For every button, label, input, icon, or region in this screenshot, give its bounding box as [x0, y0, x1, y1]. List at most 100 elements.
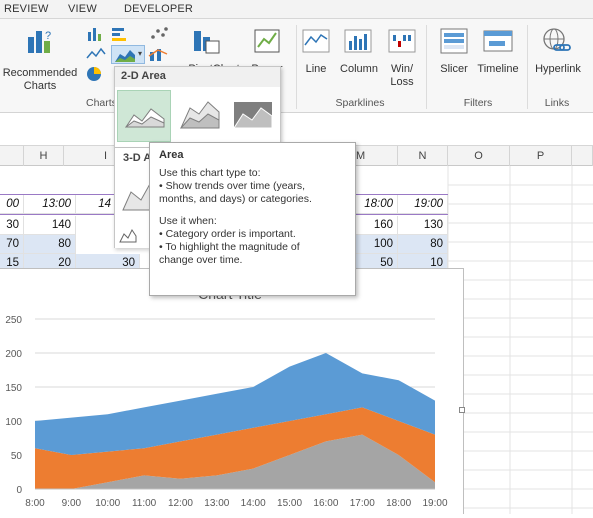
column-header-m[interactable]: M — [356, 146, 398, 166]
filters-group-label: Filters — [463, 97, 493, 109]
ribbon: ? Recommended Charts ▾ PivotChart Charts… — [0, 19, 593, 113]
gallery-item-stacked-area[interactable] — [173, 90, 227, 142]
grid-cell[interactable]: 30 — [0, 216, 24, 235]
area-icon — [125, 108, 165, 128]
charts-group-label: Charts — [86, 97, 117, 109]
tooltip-line: change over time. — [159, 254, 243, 266]
hyperlink-label: Hyperlink — [535, 63, 581, 75]
tab-developer[interactable]: DEVELOPER — [124, 3, 193, 15]
column-header-q[interactable] — [572, 146, 593, 166]
y-tick-label: 100 — [5, 417, 22, 428]
column-header-o[interactable]: O — [448, 146, 510, 166]
tooltip-line: Use this chart type to: — [159, 167, 261, 179]
column-header-n[interactable]: N — [398, 146, 448, 166]
ribbon-tab-bar: REVIEW VIEW DEVELOPER — [0, 0, 593, 19]
x-tick-label: 12:00 — [168, 498, 193, 509]
gallery-item-area[interactable] — [117, 90, 171, 142]
chart-x-axis: 8:00 9:00 10:00 11:00 12:00 13:00 14:00 15:00 16… — [25, 488, 448, 509]
y-tick-label: 0 — [16, 485, 22, 496]
area-chart-icon — [115, 50, 135, 62]
area-gallery-3d-section: 3-D Area — [114, 148, 168, 248]
sparkline-line-label: Line — [305, 63, 327, 75]
grid-cell[interactable]: 70 — [0, 235, 24, 254]
sparkline-column-label: Column — [340, 63, 378, 75]
scatter-chart-icon[interactable] — [148, 26, 170, 42]
x-tick-label: 8:00 — [25, 498, 45, 509]
x-tick-label: 17:00 — [350, 498, 375, 509]
tooltip-line: • Category order is important. — [159, 228, 296, 240]
3d-area-icon[interactable] — [121, 174, 151, 214]
timeline-icon[interactable] — [483, 29, 513, 53]
grid-cell[interactable]: 140 — [24, 216, 76, 235]
x-tick-label: 13:00 — [204, 498, 229, 509]
tooltip-title: Area — [159, 149, 184, 161]
tab-review[interactable]: REVIEW — [4, 3, 49, 15]
grid-cell[interactable]: 80 — [398, 235, 448, 254]
tooltip-line: months, and days) or categories. — [159, 193, 312, 205]
grid-cell[interactable]: 18:00 — [356, 195, 398, 214]
ribbon-separator — [426, 25, 427, 109]
chart-plot: Chart Title 050100150200250 8:009:0010:0… — [5, 286, 448, 509]
chart-y-axis: 0 50 100 150 200 250 — [5, 315, 22, 496]
recommended-label-1: Recommended — [2, 67, 78, 79]
slicer-icon[interactable] — [440, 27, 468, 55]
bar-chart-icon[interactable] — [110, 26, 130, 42]
slicer-label: Slicer — [440, 63, 468, 75]
y-tick-label: 200 — [5, 349, 22, 360]
timeline-label: Timeline — [477, 63, 519, 75]
grid-cell[interactable]: 13:00 — [24, 195, 76, 214]
area-chart-gallery: 2-D Area — [114, 66, 281, 148]
hyperlink-icon[interactable] — [541, 27, 571, 55]
grid-cell[interactable]: 00 — [0, 195, 24, 214]
pivotchart-icon[interactable] — [192, 27, 222, 55]
chart-resize-handle[interactable] — [459, 407, 465, 413]
column-header-p[interactable]: P — [510, 146, 572, 166]
area-chart-button[interactable]: ▾ — [111, 45, 145, 64]
tab-view[interactable]: VIEW — [68, 3, 97, 15]
column-header-h[interactable]: H — [24, 146, 64, 166]
pie-chart-icon[interactable] — [86, 66, 106, 82]
tooltip-line: • To highlight the magnitude of — [159, 241, 300, 253]
gallery-item-100-stacked-area[interactable] — [229, 90, 279, 142]
sparkline-column-icon[interactable] — [344, 29, 372, 53]
power-view-icon[interactable] — [254, 27, 280, 55]
x-tick-label: 14:00 — [241, 498, 266, 509]
grid-cell[interactable]: 19:00 — [398, 195, 448, 214]
section-2d-area: 2-D Area — [115, 67, 280, 87]
grid-cell[interactable]: 100 — [356, 235, 398, 254]
x-tick-label: 19:00 — [422, 498, 447, 509]
x-tick-label: 18:00 — [386, 498, 411, 509]
x-tick-label: 11:00 — [132, 498, 157, 509]
grid-cell[interactable]: 80 — [24, 235, 76, 254]
chart-series — [35, 353, 435, 489]
column-header-g[interactable] — [0, 146, 24, 166]
sparkline-line-icon[interactable] — [302, 29, 330, 53]
links-group-label: Links — [544, 97, 570, 109]
y-tick-label: 50 — [11, 451, 23, 462]
area-chart[interactable]: Chart Title 050100150200250 8:009:0010:0… — [0, 268, 465, 514]
sparkline-winloss-label-1: Win/ — [391, 63, 413, 75]
column-chart-icon[interactable] — [86, 26, 106, 42]
more-area-charts-icon[interactable] — [119, 228, 137, 244]
line-chart-icon[interactable] — [86, 46, 106, 62]
sparkline-winloss-label-2: Loss — [390, 76, 414, 88]
recommended-charts-icon: ? — [28, 30, 51, 53]
stacked-area-icon — [180, 101, 220, 129]
chevron-down-icon: ▾ — [138, 49, 143, 58]
combo-chart-icon[interactable] — [148, 46, 170, 62]
x-tick-label: 10:00 — [95, 498, 120, 509]
area-tooltip: Area Use this chart type to: • Show tren… — [149, 142, 356, 296]
x-tick-label: 9:00 — [62, 498, 82, 509]
x-tick-label: 15:00 — [277, 498, 302, 509]
sparklines-group-label: Sparklines — [335, 97, 385, 109]
svg-text:?: ? — [45, 30, 51, 42]
recommended-charts-button[interactable]: ? Recommended Charts — [0, 25, 80, 95]
tooltip-line: • Show trends over time (years, — [159, 180, 306, 192]
grid-cell[interactable]: 130 — [398, 216, 448, 235]
y-tick-label: 250 — [5, 315, 22, 326]
grid-cell[interactable]: 14 — [76, 195, 116, 214]
ribbon-separator — [296, 25, 297, 109]
tooltip-spacer — [159, 206, 346, 215]
grid-cell[interactable]: 160 — [356, 216, 398, 235]
sparkline-winloss-icon[interactable] — [388, 29, 416, 53]
